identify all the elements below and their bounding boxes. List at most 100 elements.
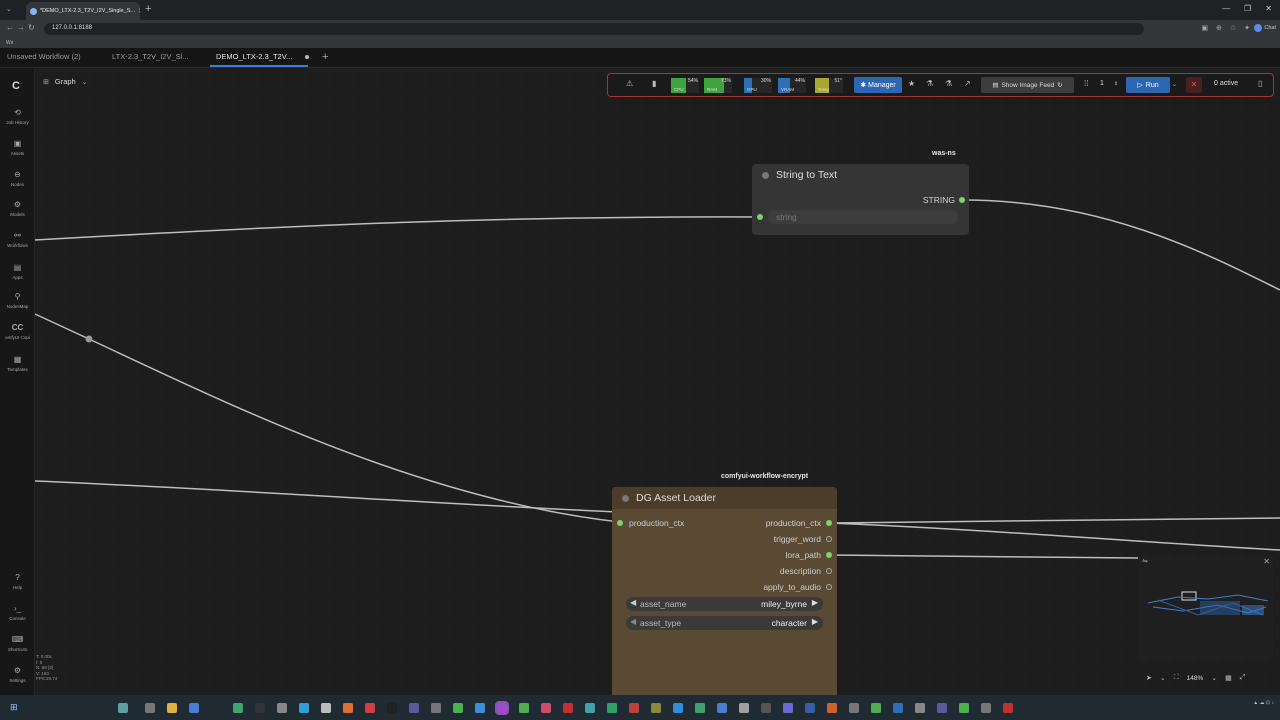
taskbar-app-icon[interactable] xyxy=(827,703,837,713)
system-tray[interactable]: ▲ ☁ ⊡ ♪ xyxy=(1253,700,1274,707)
reload-icon[interactable]: ↻ xyxy=(28,23,35,32)
flask-icon[interactable]: ⚗ xyxy=(926,79,933,88)
taskbar-app-icon[interactable] xyxy=(673,703,683,713)
sidebar-item-job-history[interactable]: ⟲ Job History xyxy=(0,108,35,125)
pointer-icon[interactable]: ➤ xyxy=(1146,674,1152,682)
taskbar-app-icon[interactable] xyxy=(607,703,617,713)
sidebar-item-assets[interactable]: ▣ Assets xyxy=(0,139,35,156)
output-slot-dot[interactable] xyxy=(959,197,965,203)
input-slot-dot[interactable] xyxy=(617,520,623,526)
node-title-bar[interactable]: String to Text xyxy=(752,164,969,186)
zoom-icon[interactable]: ⊕ xyxy=(1216,24,1222,32)
sidebar-item-console[interactable]: ›_ Console xyxy=(0,604,35,621)
output-slot-dot[interactable] xyxy=(826,520,832,526)
taskbar-app-icon[interactable] xyxy=(937,703,947,713)
arrow-right-icon[interactable]: ▶ xyxy=(812,598,818,607)
link-visibility-icon[interactable]: ⤢ xyxy=(1240,674,1246,682)
collapse-dot-icon[interactable] xyxy=(622,494,629,502)
sidebar-item-workflows[interactable]: ⚯ Workflows xyxy=(0,231,35,248)
sidebar-item-models[interactable]: ⚙ Models xyxy=(0,200,35,217)
sidebar-item-apps[interactable]: ▤ Apps xyxy=(0,263,35,280)
start-menu-icon[interactable]: ⊞ xyxy=(10,702,18,713)
taskbar-app-icon[interactable] xyxy=(118,703,128,713)
string-to-text-node[interactable]: String to Text STRING string xyxy=(752,164,969,235)
output-slot-dot[interactable] xyxy=(826,568,832,574)
run-options-chevron-icon[interactable]: ⌄ xyxy=(1172,81,1177,88)
minimize-icon[interactable]: — xyxy=(1222,4,1230,13)
taskbar-app-icon[interactable] xyxy=(541,703,551,713)
taskbar-app-icon[interactable] xyxy=(959,703,969,713)
taskbar-app-icon[interactable] xyxy=(321,703,331,713)
bookmark-icon[interactable]: ▮ xyxy=(652,79,656,88)
taskbar-app-icon[interactable] xyxy=(783,703,793,713)
sidebar-item-templates[interactable]: ▦ Templates xyxy=(0,355,35,372)
panel-toggle-icon[interactable]: ▯ xyxy=(1258,79,1262,88)
taskbar-app-icon[interactable] xyxy=(387,703,397,713)
taskbar-app-icon[interactable] xyxy=(563,703,573,713)
chevron-down-icon[interactable]: ⌄ xyxy=(1211,674,1217,682)
minimap[interactable]: ⇋ ✕ xyxy=(1138,555,1274,660)
stepper-icon[interactable]: ⇕ xyxy=(1114,81,1118,87)
taskbar-app-icon[interactable] xyxy=(893,703,903,713)
collapse-dot-icon[interactable] xyxy=(762,171,769,179)
taskbar-app-icon[interactable] xyxy=(871,703,881,713)
queue-count-input[interactable]: 1 xyxy=(1100,80,1104,87)
close-icon[interactable]: ✕ xyxy=(138,7,140,15)
taskbar-app-icon[interactable] xyxy=(761,703,771,713)
taskbar-app-icon[interactable] xyxy=(299,703,309,713)
taskbar-app-icon[interactable] xyxy=(915,703,925,713)
taskbar-app-icon[interactable] xyxy=(189,703,199,713)
tab-search-icon[interactable]: ⌄ xyxy=(6,5,12,13)
taskbar-app-icon[interactable] xyxy=(981,703,991,713)
asset-name-combo[interactable]: ◀ asset_name miley_byrne ▶ xyxy=(626,597,823,611)
extensions-icon[interactable]: ✦ xyxy=(1244,24,1250,32)
taskbar-app-icon[interactable] xyxy=(695,703,705,713)
taskbar-app-icon[interactable] xyxy=(255,703,265,713)
flask-alt-icon[interactable]: ⚗ xyxy=(945,79,952,88)
drag-handle-icon[interactable]: ⁞⁞ xyxy=(1084,79,1088,88)
sidebar-item-settings[interactable]: ⚙ Settings xyxy=(0,666,35,683)
taskbar-app-icon[interactable] xyxy=(431,703,441,713)
new-tab-icon[interactable]: + xyxy=(145,3,151,15)
taskbar-app-icon[interactable] xyxy=(1003,703,1013,713)
taskbar-app-icon[interactable] xyxy=(805,703,815,713)
url-input[interactable]: 127.0.0.1:8188 xyxy=(44,23,1144,35)
show-image-feed-button[interactable]: ▤ Show Image Feed ↻ xyxy=(981,77,1074,93)
arrow-left-icon[interactable]: ◀ xyxy=(630,598,636,607)
comfy-logo-icon[interactable]: C xyxy=(12,80,20,92)
asset-type-combo[interactable]: ◀ asset_type character ▶ xyxy=(626,616,823,630)
back-icon[interactable]: ← xyxy=(6,23,14,32)
star-icon[interactable]: ★ xyxy=(908,79,915,88)
maximize-icon[interactable]: ❐ xyxy=(1244,4,1251,13)
taskbar-app-icon[interactable] xyxy=(343,703,353,713)
string-input-widget[interactable]: string xyxy=(768,210,958,224)
install-icon[interactable]: ▣ xyxy=(1201,24,1208,32)
output-slot-dot[interactable] xyxy=(826,552,832,558)
taskbar-app-icon[interactable] xyxy=(629,703,639,713)
minimap-toggle-icon[interactable]: ▦ xyxy=(1225,674,1232,682)
browser-tab[interactable]: *DEMO_LTX-2.3_T2V_I2V_Single_S... ✕ xyxy=(26,2,140,20)
taskbar-app-icon[interactable] xyxy=(277,703,287,713)
folder-icon[interactable] xyxy=(167,703,177,713)
close-icon[interactable]: ✕ xyxy=(1263,557,1270,566)
input-slot-dot[interactable] xyxy=(757,214,763,220)
taskbar-app-icon[interactable] xyxy=(651,703,661,713)
taskbar-app-icon[interactable] xyxy=(233,703,243,713)
sidebar-item-copilot[interactable]: CC omfyUI Copi xyxy=(0,323,35,340)
arrow-left-icon[interactable]: ◀ xyxy=(630,617,636,626)
taskbar-app-icon[interactable] xyxy=(849,703,859,713)
sidebar-item-shortcuts[interactable]: ⌨ Shortcuts xyxy=(0,635,35,652)
sidebar-item-nodesmap[interactable]: ⚲ NodesMap xyxy=(0,292,35,309)
dg-asset-loader-node[interactable]: DG Asset Loader production_ctx productio… xyxy=(612,487,837,695)
taskbar-app-icon[interactable] xyxy=(475,703,485,713)
graph-menu-button[interactable]: ⊞ Graph ⌄ xyxy=(43,77,88,86)
star-icon[interactable]: ☆ xyxy=(1230,24,1236,32)
taskbar-app-icon[interactable] xyxy=(519,703,529,713)
workflow-tab-ltx[interactable]: LTX-2.3_T2V_I2V_Sl... xyxy=(112,52,189,61)
share-icon[interactable]: ↗ xyxy=(964,79,971,88)
manager-button[interactable]: ✱ Manager xyxy=(854,77,902,93)
run-button[interactable]: ▷ Run xyxy=(1126,77,1170,93)
output-slot-dot[interactable] xyxy=(826,584,832,590)
cancel-run-button[interactable]: ✕ xyxy=(1186,77,1202,93)
arrow-right-icon[interactable]: ▶ xyxy=(812,617,818,626)
